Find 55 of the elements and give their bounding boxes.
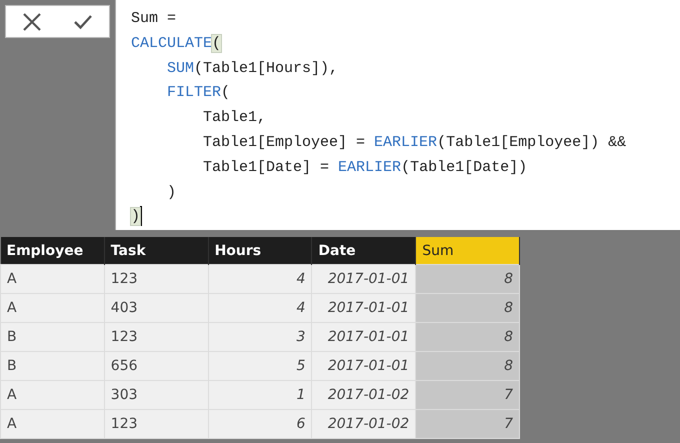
close-icon bbox=[22, 12, 42, 32]
table-cell: 8 bbox=[416, 294, 520, 322]
column-header[interactable]: Employee bbox=[0, 237, 104, 264]
table-cell: 4 bbox=[208, 294, 312, 322]
text-cursor bbox=[140, 206, 142, 226]
code-text: Table1[Employee] = bbox=[202, 134, 366, 151]
table-cell: 2017-01-01 bbox=[312, 294, 416, 322]
table-cell: 7 bbox=[416, 380, 520, 410]
formula-editor[interactable]: Sum = CALCULATE( SUM(Table1[Hours]), FILTER( Table1, Table1[Employee] = EARLIER(Table1[Employee]) && Table1[Date] = EARLIER(Table1[Date]) ) ) bbox=[115, 0, 680, 230]
table-cell: A bbox=[0, 380, 104, 410]
code-text: Table1[Date] = bbox=[202, 158, 330, 176]
code-keyword: SUM bbox=[166, 60, 194, 77]
code-text: Table1, bbox=[202, 109, 266, 126]
code-text: Sum = bbox=[131, 10, 176, 27]
table-cell: 2017-01-01 bbox=[312, 352, 416, 380]
column-header[interactable]: Task bbox=[104, 237, 208, 264]
table-cell: 5 bbox=[208, 352, 312, 380]
table-cell: A bbox=[0, 410, 104, 438]
table-cell: 8 bbox=[416, 264, 520, 294]
table-cell: 2017-01-01 bbox=[312, 264, 416, 294]
table-cell: 2017-01-01 bbox=[312, 322, 416, 352]
table-cell: 1 bbox=[208, 380, 312, 410]
table-cell: B bbox=[0, 322, 104, 352]
code-text: ) bbox=[166, 184, 176, 201]
column-header[interactable]: Sum bbox=[416, 237, 520, 264]
column-header[interactable]: Date bbox=[312, 237, 416, 264]
table-cell: 303 bbox=[104, 380, 208, 410]
table-cell: 123 bbox=[104, 410, 208, 438]
code-keyword: EARLIER bbox=[374, 134, 438, 151]
code-text: ( bbox=[221, 84, 230, 102]
table-cell: 3 bbox=[208, 322, 312, 352]
table-cell: 7 bbox=[416, 410, 520, 438]
code-text: (Table1[Hours]), bbox=[194, 60, 338, 77]
table-cell: 4 bbox=[208, 264, 312, 294]
table-cell: 656 bbox=[104, 352, 208, 380]
table-cell: A bbox=[0, 294, 104, 322]
code-text: (Table1[Employee]) && bbox=[437, 134, 626, 151]
table-cell: 8 bbox=[416, 352, 520, 380]
table-cell: 2017-01-02 bbox=[312, 410, 416, 438]
table-cell: B bbox=[0, 352, 104, 380]
table-cell: 123 bbox=[104, 322, 208, 352]
code-text: (Table1[Date]) bbox=[401, 158, 528, 176]
code-keyword: EARLIER bbox=[338, 158, 402, 176]
matched-bracket: ( bbox=[212, 34, 222, 52]
table-cell: 403 bbox=[104, 294, 208, 322]
table-cell: 8 bbox=[416, 322, 520, 352]
code-keyword: CALCULATE bbox=[131, 34, 212, 52]
column-header[interactable]: Hours bbox=[208, 237, 312, 264]
table-cell: A bbox=[0, 264, 104, 294]
checkmark-icon bbox=[73, 14, 94, 30]
matched-bracket: ) bbox=[131, 208, 140, 226]
table-cell: 2017-01-02 bbox=[312, 380, 416, 410]
table-cell: 123 bbox=[104, 264, 208, 294]
table-cell: 6 bbox=[208, 410, 312, 438]
code-keyword: FILTER bbox=[166, 84, 222, 102]
